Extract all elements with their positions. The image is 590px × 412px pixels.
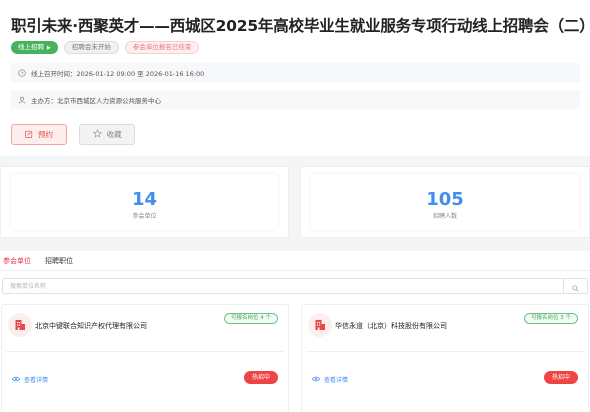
event-tags: 线上招聘 ▶ 招聘会未开始 参会单位报名已结束 [11,41,200,54]
company-card[interactable]: 北京中键联合知识产权代理有限公司 可报名岗位 4 个 查看详情 热招中 [1,304,289,412]
unit-search-box [2,278,588,294]
favorite-button[interactable]: 收藏 [79,124,135,145]
signup-ended-tag: 参会单位报名已结束 [124,41,200,54]
view-details-link[interactable]: 查看详情 [11,375,49,384]
people-stat-card: 105 招聘人数 [311,174,579,230]
reserve-button[interactable]: 预约 [11,124,67,145]
eye-icon [311,376,321,384]
units-stat-panel: 14 参会单位 [0,166,289,238]
online-recruit-tag[interactable]: 线上招聘 ▶ [11,41,58,54]
calendar-edit-icon [25,130,33,140]
people-count-label: 招聘人数 [432,213,457,220]
people-stat-panel: 105 招聘人数 [300,166,590,238]
event-header: 职引未来·西聚英才——西城区2025年高校毕业生就业服务专项行动线上招聘会（二）… [0,0,590,156]
organizer-label: 主办方： [31,96,57,105]
organizer-row: 主办方： 北京市西城区人力资源公共服务中心 [11,90,580,109]
company-list-section: 参会单位 招聘职位 北京中键联合知识产权代理有限公司 可报名岗位 4 个 查看详… [0,251,590,412]
reserve-label: 预约 [38,130,53,139]
view-details-label: 查看详情 [24,377,49,384]
view-details-label: 查看详情 [324,377,349,384]
card-divider [6,351,284,352]
user-icon [18,96,26,104]
tab-positions[interactable]: 招聘职位 [45,256,73,270]
units-count-label: 参会单位 [132,213,157,220]
online-recruit-label: 线上招聘 [18,43,44,51]
building-icon [308,313,332,337]
not-started-tag: 招聘会未开始 [63,41,119,54]
search-icon [572,277,579,296]
building-icon [8,313,32,337]
units-stat-card: 14 参会单位 [11,174,278,230]
available-positions-badge: 可报名岗位 3 个 [524,313,578,324]
clock-icon [18,68,26,77]
search-button[interactable] [563,279,587,293]
view-details-link[interactable]: 查看详情 [311,375,349,384]
organizer-value: 北京市西城区人力资源公共服务中心 [57,96,161,105]
event-title: 职引未来·西聚英才——西城区2025年高校毕业生就业服务专项行动线上招聘会（二） [11,17,590,35]
company-name: 北京中键联合知识产权代理有限公司 [35,322,147,330]
hot-recruiting-badge: 热招中 [543,371,578,384]
card-divider [306,351,584,352]
star-icon [92,128,102,140]
company-name: 华信永道（北京）科技股份有限公司 [335,322,447,330]
tab-divider [0,270,590,271]
available-positions-badge: 可报名岗位 4 个 [224,313,278,324]
event-time-row: 线上召开时间： 2026-01-12 09:00 至 2026-01-16 16:… [11,63,580,82]
favorite-label: 收藏 [106,130,122,139]
unit-search-input[interactable] [3,279,563,293]
caret-right-icon: ▶ [47,45,51,51]
hot-recruiting-badge: 热招中 [243,371,278,384]
time-label: 线上召开时间： [31,69,77,78]
company-card[interactable]: 华信永道（北京）科技股份有限公司 可报名岗位 3 个 查看详情 热招中 [301,304,589,412]
people-count: 105 [426,189,464,210]
time-value: 2026-01-12 09:00 至 2026-01-16 16:00 [76,69,205,78]
units-count: 14 [131,189,158,210]
tab-units[interactable]: 参会单位 [3,256,31,271]
eye-icon [11,376,21,384]
